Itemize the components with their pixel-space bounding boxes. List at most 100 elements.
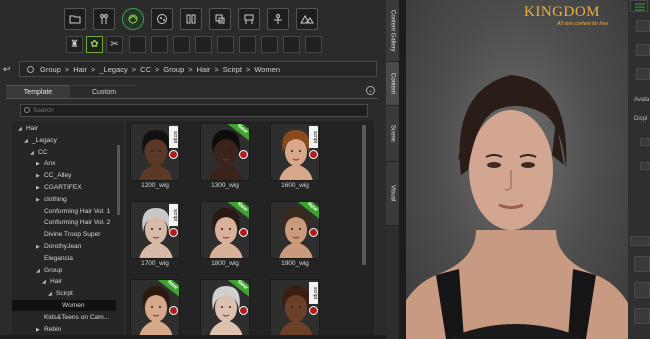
collapsed-arrow-icon[interactable]: ▶ bbox=[36, 242, 44, 253]
tree-item[interactable]: ◢ Group bbox=[12, 265, 116, 276]
side-tab-content-gallery[interactable]: Content Gallery bbox=[386, 0, 399, 62]
props-icon[interactable] bbox=[180, 8, 202, 30]
camera-icon[interactable] bbox=[296, 8, 318, 30]
collapsed-arrow-icon[interactable]: ▶ bbox=[36, 183, 44, 194]
side-tab-content[interactable]: Content bbox=[386, 62, 399, 106]
expanded-arrow-icon[interactable]: ◢ bbox=[24, 136, 32, 147]
right-panel-field-2[interactable] bbox=[636, 44, 650, 56]
tree-item[interactable]: ▶ clothing bbox=[12, 194, 116, 205]
tree-item[interactable]: ◢ _Legacy bbox=[12, 135, 116, 146]
tools-icon[interactable]: ✂ bbox=[106, 36, 123, 53]
tree-item[interactable]: ◢ Hair bbox=[12, 276, 116, 287]
empty-slot-icon[interactable] bbox=[261, 36, 278, 53]
expanded-arrow-icon[interactable]: ◢ bbox=[18, 124, 26, 135]
right-panel-field-4[interactable] bbox=[640, 138, 650, 146]
hair-icon[interactable] bbox=[122, 8, 144, 30]
hair-thumbnail[interactable]: script bbox=[130, 123, 180, 181]
figure-icon[interactable] bbox=[93, 8, 115, 30]
hair-thumbnail[interactable]: script bbox=[270, 123, 320, 181]
hair-thumbnail[interactable]: New bbox=[200, 279, 250, 337]
breadcrumb-item[interactable]: Women bbox=[254, 65, 280, 75]
settings-icon[interactable] bbox=[630, 0, 648, 12]
empty-slot-icon[interactable] bbox=[239, 36, 256, 53]
materials-icon[interactable] bbox=[151, 8, 173, 30]
empty-slot-icon[interactable] bbox=[283, 36, 300, 53]
tree-item-label: CGARTIFEX bbox=[44, 184, 82, 191]
tree-item[interactable]: Kids&Teens on Cam... bbox=[12, 312, 116, 323]
tree-item-label: Elegancia bbox=[44, 254, 73, 262]
poses-icon[interactable] bbox=[209, 8, 231, 30]
kingdom-logo: KINGDOM All rare content for free bbox=[524, 4, 608, 27]
breadcrumb-item[interactable]: Group bbox=[40, 65, 61, 75]
tree-item[interactable]: ▶ Anx bbox=[12, 158, 116, 169]
thumbnail-caption: 1300_wig bbox=[211, 182, 239, 189]
lights-icon[interactable] bbox=[267, 8, 289, 30]
scene-icon[interactable] bbox=[238, 8, 260, 30]
tree-item[interactable]: Conforming Hair Vol. 1 bbox=[12, 206, 116, 217]
breadcrumb-item[interactable]: Scirpt bbox=[223, 65, 242, 75]
collapsed-arrow-icon[interactable]: ▶ bbox=[36, 195, 44, 206]
expanded-arrow-icon[interactable]: ◢ bbox=[42, 277, 50, 288]
right-panel-field-1[interactable] bbox=[636, 20, 650, 32]
search-input[interactable] bbox=[33, 105, 363, 116]
right-panel-field-3[interactable] bbox=[636, 68, 650, 80]
viewport[interactable]: KINGDOM All rare content for free bbox=[406, 0, 628, 339]
tree-item[interactable]: Women bbox=[12, 300, 116, 311]
empty-slot-icon[interactable] bbox=[151, 36, 168, 53]
hair-thumbnail[interactable]: script bbox=[270, 279, 320, 337]
right-panel-field-7[interactable] bbox=[634, 256, 650, 272]
empty-slot-icon[interactable] bbox=[173, 36, 190, 53]
tree-item[interactable]: ▶ DorothyJean bbox=[12, 241, 116, 252]
empty-slot-icon[interactable] bbox=[129, 36, 146, 53]
right-panel-field-6[interactable] bbox=[630, 236, 650, 246]
tab-custom[interactable]: Custom bbox=[72, 85, 136, 98]
hair-thumbnail[interactable]: New bbox=[200, 123, 250, 181]
expanded-arrow-icon[interactable]: ◢ bbox=[30, 148, 38, 159]
collapsed-arrow-icon[interactable]: ▶ bbox=[36, 171, 44, 182]
collapsed-arrow-icon[interactable]: ▶ bbox=[36, 159, 44, 170]
breadcrumb-item[interactable]: Hair bbox=[197, 65, 211, 75]
rating-badge-icon bbox=[169, 150, 178, 159]
side-tab-scene[interactable]: Scene bbox=[386, 106, 399, 162]
tab-template[interactable]: Template bbox=[6, 85, 70, 98]
breadcrumb-item[interactable]: Group bbox=[163, 65, 184, 75]
splitter[interactable] bbox=[399, 0, 406, 339]
tree-item[interactable]: ◢ Hair bbox=[12, 123, 116, 134]
tree-item[interactable]: ▶ Rebin bbox=[12, 324, 116, 335]
tree-item[interactable]: Elegancia bbox=[12, 253, 116, 264]
back-icon[interactable]: ↩ bbox=[3, 64, 11, 75]
tree-item[interactable]: Conforming Hair Vol. 2 bbox=[12, 217, 116, 228]
tree-item[interactable]: ▶ CGARTIFEX bbox=[12, 182, 116, 193]
breadcrumb-item[interactable]: CC bbox=[140, 65, 151, 75]
tree-item[interactable]: ◢ CC bbox=[12, 147, 116, 158]
breadcrumb-root-icon[interactable] bbox=[27, 66, 34, 73]
rating-badge-icon bbox=[309, 150, 318, 159]
folder-icon[interactable] bbox=[64, 8, 86, 30]
tree-item[interactable]: Divine Troop Super bbox=[12, 229, 116, 240]
helmet-icon[interactable]: ♜ bbox=[66, 36, 83, 53]
tree-item[interactable]: ▶ CC_Alley bbox=[12, 170, 116, 181]
tree-scrollbar[interactable] bbox=[117, 145, 120, 215]
empty-slot-icon[interactable] bbox=[195, 36, 212, 53]
hair-small-icon[interactable]: ✿ bbox=[86, 36, 103, 53]
grid-scrollbar[interactable] bbox=[362, 125, 366, 265]
collapsed-arrow-icon[interactable]: ▶ bbox=[36, 325, 44, 336]
right-panel-field-9[interactable] bbox=[634, 308, 650, 324]
collapse-icon[interactable]: ⌄ bbox=[366, 86, 375, 95]
right-panel-field-8[interactable] bbox=[634, 282, 650, 298]
right-panel-field-5[interactable] bbox=[640, 162, 650, 170]
tree-item[interactable]: ◢ Scirpt bbox=[12, 288, 116, 299]
expanded-arrow-icon[interactable]: ◢ bbox=[36, 266, 44, 277]
expanded-arrow-icon[interactable]: ◢ bbox=[48, 289, 56, 300]
hair-thumbnail[interactable]: New bbox=[270, 201, 320, 259]
empty-slot-icon[interactable] bbox=[305, 36, 322, 53]
breadcrumb-item[interactable]: Hair bbox=[73, 65, 87, 75]
hair-thumbnail[interactable]: New bbox=[130, 279, 180, 337]
tree-item-label: Hair bbox=[50, 278, 63, 286]
side-tab-visual[interactable]: Visual bbox=[386, 162, 399, 226]
breadcrumb-item[interactable]: _Legacy bbox=[99, 65, 127, 75]
hair-thumbnail[interactable]: script bbox=[130, 201, 180, 259]
empty-slot-icon[interactable] bbox=[217, 36, 234, 53]
hair-thumbnail[interactable]: New bbox=[200, 201, 250, 259]
rating-badge-icon bbox=[239, 150, 248, 159]
